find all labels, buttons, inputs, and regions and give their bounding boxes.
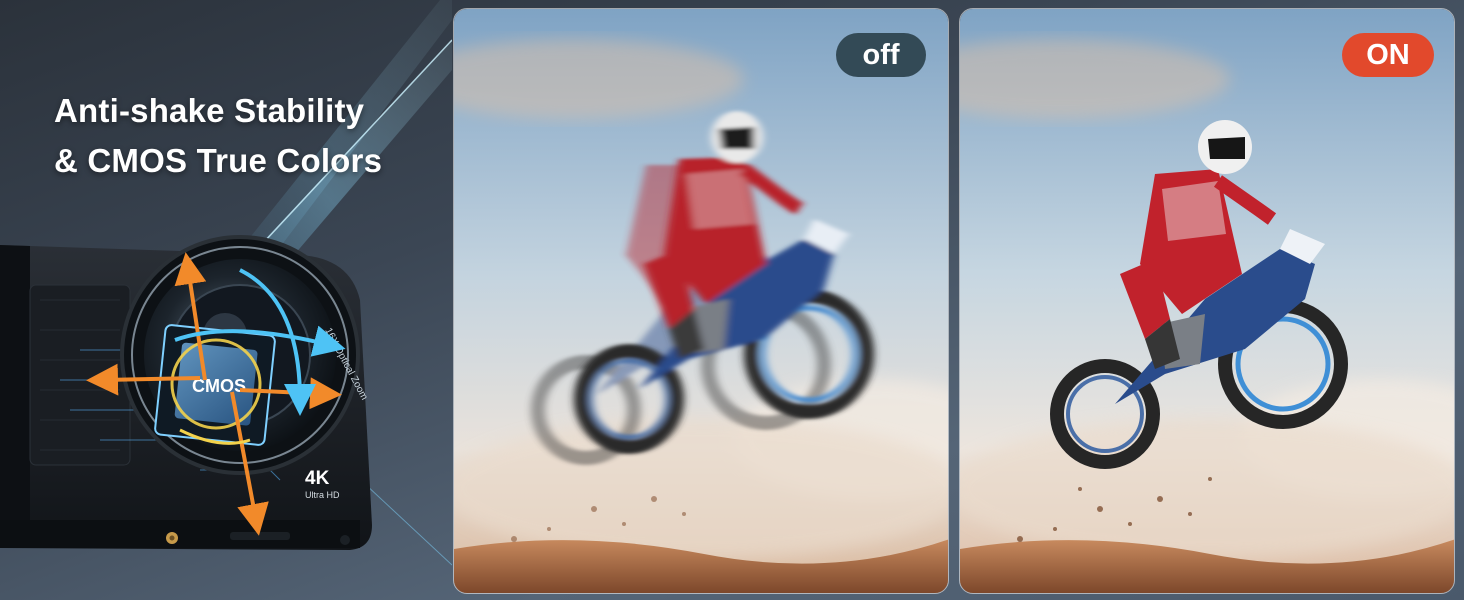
stabilization-on-photo: ON [959,8,1455,594]
headline-line-1: Anti-shake Stability [54,92,365,129]
cmos-sensor: CMOS [154,324,276,446]
headline: Anti-shake Stability & CMOS True Colors [54,86,382,186]
stabilization-off-badge: off [836,33,926,77]
4k-badge: 4K [305,468,330,489]
ultra-hd-label: Ultra HD [305,490,340,500]
stabilization-on-badge: ON [1342,33,1434,77]
stabilization-off-photo: off [453,8,949,594]
feature-panel: 16X Optical Zoom CMOS 4K Ultra HD Anti-s… [0,0,452,600]
blurred-motocross-image [454,9,948,593]
sharp-motocross-image [960,9,1454,593]
headline-line-2: & CMOS True Colors [54,142,383,179]
cmos-label: CMOS [192,376,246,396]
